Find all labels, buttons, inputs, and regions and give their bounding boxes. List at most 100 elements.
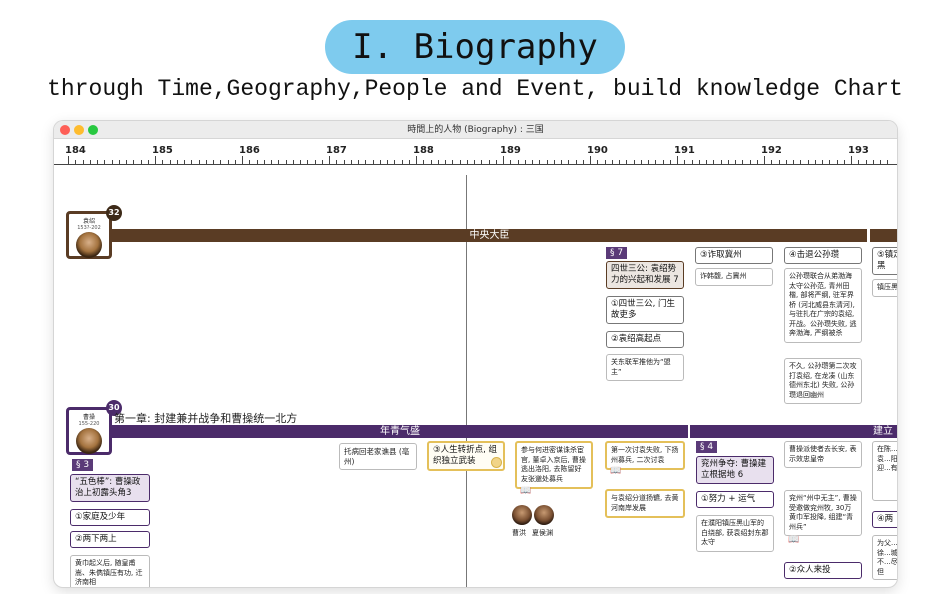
topic-card[interactable]: ②袁绍高起点 xyxy=(606,331,684,348)
ruler-tick-minor xyxy=(126,160,127,164)
lifeline-bar-yuanshao[interactable]: 中央大臣 xyxy=(112,229,867,242)
ruler-tick-minor xyxy=(517,160,519,164)
ruler-tick-minor xyxy=(104,160,106,164)
note-card[interactable]: 公孙瓒联合从弟渤海太守公孙范, 青州田楷, 部将严纲, 驻军界桥 (河北威县东清… xyxy=(784,268,862,343)
note-card[interactable]: 曹操派使者去长安, 表示效忠皇帝 xyxy=(784,441,862,468)
ruler-tick-major xyxy=(764,156,765,164)
note-card[interactable]: 为父...攻徐...城不...尽。但 xyxy=(872,535,897,580)
section-tag[interactable]: § 3 xyxy=(72,459,94,471)
note-card[interactable]: 兖州“州中无主”, 曹操受邀做兖州牧, 30万黄巾军投降, 组建“青州兵” xyxy=(784,490,862,536)
book-icon[interactable]: 📖 xyxy=(610,466,621,476)
minimize-window-button[interactable] xyxy=(74,125,84,135)
ruler-tick-minor xyxy=(865,160,867,164)
ruler-tick-minor xyxy=(619,160,620,164)
lifeline-bar-caocao-next[interactable]: 建立 xyxy=(690,425,897,438)
ruler-tick-minor xyxy=(89,160,91,164)
topic-card[interactable]: ①努力 + 运气 xyxy=(696,491,774,508)
section-tag[interactable]: § 4 xyxy=(696,441,718,453)
book-icon[interactable]: 📖 xyxy=(788,535,799,545)
ruler-tick-minor xyxy=(466,160,468,164)
bar-label: 年青气盛 xyxy=(380,426,420,437)
person-name: 袁绍 xyxy=(82,218,95,225)
ruler-tick-minor xyxy=(118,160,120,164)
chapter-title[interactable]: 第一章: 封建兼并战争和曹操统一北方 xyxy=(114,410,297,426)
ruler-tick-minor xyxy=(582,160,584,164)
ruler-tick-minor xyxy=(343,160,345,164)
ruler-tick-minor xyxy=(771,160,773,164)
ruler-year-label: 188 xyxy=(413,145,434,156)
note-card[interactable]: 黄巾起义后, 随皇甫嵩、朱儁镇压有功, 迁济南相 xyxy=(70,555,150,587)
ruler-tick-minor xyxy=(655,160,657,164)
note-card[interactable]: 托病回老家谯县 (亳州) xyxy=(339,443,417,470)
topic-card[interactable]: ④两 xyxy=(872,511,897,528)
topic-card[interactable]: ④击退公孙瓒 xyxy=(784,247,862,264)
ruler-year-label: 185 xyxy=(152,145,173,156)
note-card[interactable]: 在濮阳镇压黑山军的白绕部, 获袁绍封东郡太守 xyxy=(696,515,774,552)
note-card[interactable]: 与袁绍分道扬镳, 去黄河南岸发展 xyxy=(605,489,685,518)
section-tag[interactable]: § 7 xyxy=(606,247,628,259)
timeline-ruler[interactable]: 184 185 186 187 188 189 190 191 192 193 xyxy=(54,139,897,165)
ruler-tick-minor xyxy=(256,160,258,164)
avatar[interactable] xyxy=(512,505,532,525)
bar-label: 建立 xyxy=(873,426,893,437)
ruler-tick-minor xyxy=(524,160,526,164)
section-card-title[interactable]: 四世三公: 袁绍势力的兴起和发展 7 xyxy=(606,261,684,289)
ruler-tick-major xyxy=(416,156,417,164)
person-portrait-caocao[interactable]: 曹操 155-220 xyxy=(66,407,112,455)
note-card[interactable]: 在陈...术, 袁...阳, 迎...有地 xyxy=(872,441,897,501)
topic-card[interactable]: ②两下两上 xyxy=(70,531,150,548)
avatar[interactable] xyxy=(534,505,554,525)
ruler-tick-major xyxy=(590,156,591,164)
ruler-tick-minor xyxy=(800,160,802,164)
ruler-tick-minor xyxy=(858,160,860,164)
ruler-tick-minor xyxy=(278,160,280,164)
ruler-tick-minor xyxy=(735,160,736,164)
ruler-tick-minor xyxy=(379,160,381,164)
person-portrait-yuanshao[interactable]: 袁绍 153?-202 xyxy=(66,211,112,259)
ruler-tick-minor xyxy=(793,160,794,164)
zoom-window-button[interactable] xyxy=(88,125,98,135)
ruler-tick-minor xyxy=(474,160,475,164)
ruler-tick-minor xyxy=(285,160,287,164)
ruler-tick-minor xyxy=(452,160,454,164)
lifeline-bar-caocao[interactable]: 年青气盛 xyxy=(112,425,688,438)
ruler-year-label: 193 xyxy=(848,145,869,156)
book-icon[interactable]: 📖 xyxy=(520,486,531,496)
ruler-tick-minor xyxy=(358,160,359,164)
topic-card[interactable]: ②众人来投 xyxy=(784,562,862,579)
section-card-title[interactable]: “五色棒”: 曹操政治上初露头角3 xyxy=(70,474,150,502)
section-card-title[interactable]: 兖州争夺: 曹操建立根据地 6 xyxy=(696,456,774,484)
topic-card[interactable]: ①四世三公, 门生故吏多 xyxy=(606,296,684,324)
ruler-tick-minor xyxy=(314,160,316,164)
ruler-tick-minor xyxy=(640,160,642,164)
note-card[interactable]: 不久, 公孙瓒第二次攻打袁绍, 在龙凑 (山东德州东北) 失败, 公孙瓒退回幽州 xyxy=(784,358,862,404)
note-card[interactable]: 关东联军推他为“盟主” xyxy=(606,354,684,381)
ruler-tick-minor xyxy=(75,160,77,164)
ruler-tick-minor xyxy=(408,160,410,164)
ruler-tick-minor xyxy=(263,160,265,164)
note-card[interactable]: 镇压黑 xyxy=(872,279,897,297)
ruler-tick-minor xyxy=(727,160,729,164)
lifeline-bar-yuanshao-next[interactable] xyxy=(870,229,897,242)
ruler-year-label: 192 xyxy=(761,145,782,156)
ruler-tick-major xyxy=(851,156,852,164)
ruler-tick-minor xyxy=(698,160,700,164)
note-card[interactable]: 参与何进密谋诛杀宦官, 董卓入京后, 曹操逃出洛阳, 去陈留好友张邈处募兵 xyxy=(515,441,593,489)
hero-subtitle: through Time,Geography,People and Event,… xyxy=(47,76,903,102)
ruler-tick-major xyxy=(155,156,156,164)
ruler-tick-major xyxy=(503,156,504,164)
ruler-tick-minor xyxy=(713,160,715,164)
bar-label: 中央大臣 xyxy=(469,230,510,241)
avatar-name: 曹洪 xyxy=(512,529,526,537)
topic-card[interactable]: ⑤镇定黑 xyxy=(872,247,897,275)
ruler-tick-minor xyxy=(488,160,490,164)
topic-card[interactable]: ③诈取冀州 xyxy=(695,247,773,264)
ruler-year-label: 190 xyxy=(587,145,608,156)
close-window-button[interactable] xyxy=(60,125,70,135)
ruler-tick-minor xyxy=(133,160,135,164)
app-window: 時間上的人物 (Biography) : 三国 184 185 186 187 188 1… xyxy=(54,121,897,587)
note-card[interactable]: 诈韩馥, 占冀州 xyxy=(695,268,773,286)
topic-card[interactable]: ①家庭及少年 xyxy=(70,509,150,526)
ruler-tick-minor xyxy=(227,160,229,164)
hero-title: I. Biography xyxy=(325,20,625,74)
